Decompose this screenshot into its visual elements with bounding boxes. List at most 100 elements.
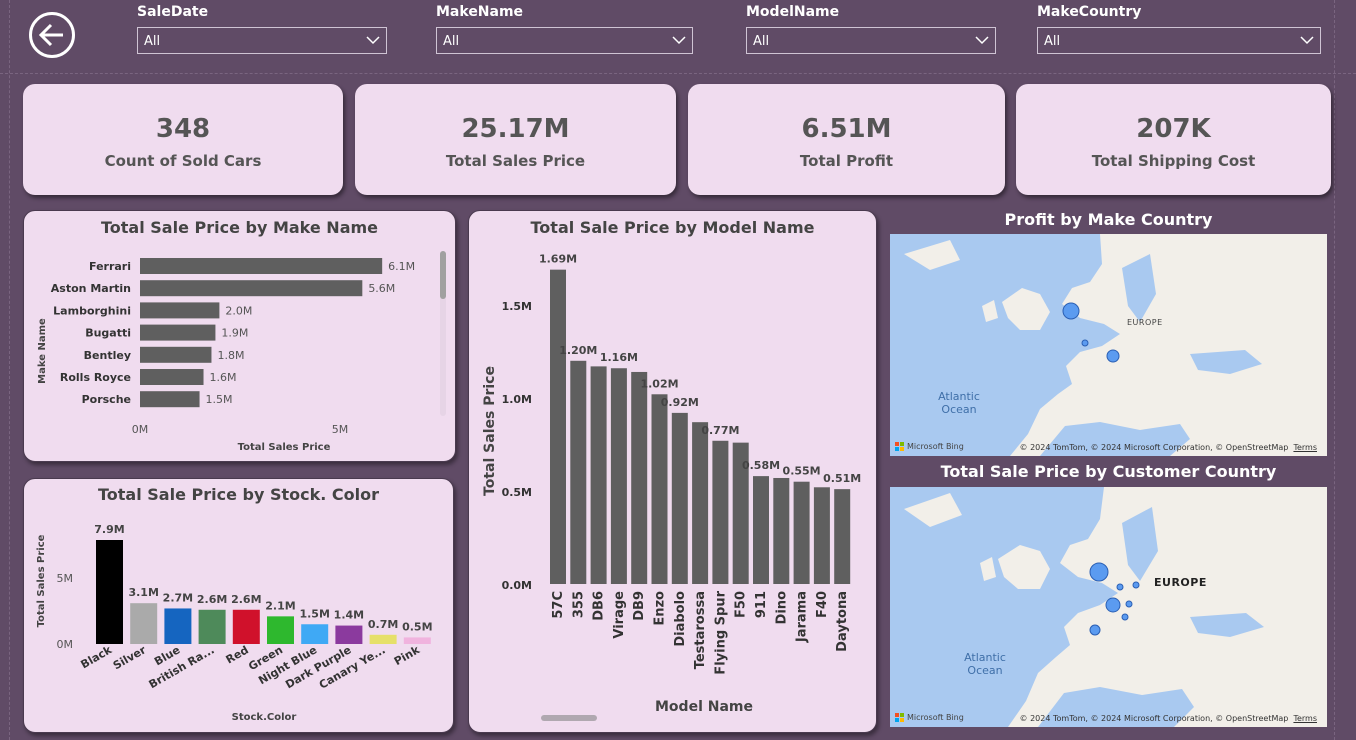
data-label: 2.6M <box>197 593 227 606</box>
bing-attribution: Microsoft Bing <box>895 442 964 451</box>
make-name-chart-panel[interactable]: Total Sale Price by Make Name Make Name … <box>23 210 456 462</box>
kpi-card-total-sales[interactable]: 25.17M Total Sales Price <box>355 84 676 195</box>
map-basemap <box>904 487 1327 727</box>
make-country-dropdown[interactable]: All <box>1037 27 1321 54</box>
scrollbar-thumb[interactable] <box>440 251 446 299</box>
bar <box>267 616 294 644</box>
map-bubble[interactable] <box>1121 613 1129 621</box>
terms-link[interactable]: Terms <box>1293 714 1317 723</box>
stock-color-chart: Total Sales Price Stock.Color 0M 5M 7.9M… <box>36 523 433 723</box>
data-label: 1.20M <box>559 344 597 357</box>
bar <box>164 608 192 644</box>
chevron-down-icon <box>975 36 989 45</box>
x-tick-label: Diabolo <box>673 591 688 647</box>
x-tick-label: Daytona <box>835 591 850 652</box>
profit-by-country-map[interactable]: Atlantic Ocean EUROPE Microsoft Bing © 20… <box>890 234 1327 456</box>
map-bubble[interactable] <box>1106 349 1120 363</box>
bar <box>403 637 431 644</box>
data-label: 2.1M <box>265 599 295 612</box>
kpi-label: Total Shipping Cost <box>1091 152 1256 170</box>
data-label: 1.6M <box>210 371 237 384</box>
y-tick-label: Bentley <box>84 349 131 362</box>
map-bubble[interactable] <box>1132 581 1140 589</box>
slicer-title: ModelName <box>746 4 840 20</box>
x-tick-label: 911 <box>754 591 769 618</box>
bar <box>130 603 158 644</box>
x-tick-label: Flying Spur <box>713 590 728 674</box>
map-bubble[interactable] <box>1125 600 1133 608</box>
kpi-value: 25.17M <box>461 114 570 144</box>
map-bubble[interactable] <box>1089 562 1109 582</box>
model-name-chart-panel[interactable]: Total Sale Price by Model Name Total Sal… <box>468 210 877 733</box>
x-tick-label: Pink <box>392 643 422 668</box>
y-tick-label: 5M <box>57 572 74 585</box>
map-bubble[interactable] <box>1116 583 1124 591</box>
customer-country-map[interactable]: Atlantic Ocean EUROPE Microsoft Bing © 20… <box>890 487 1327 727</box>
bar <box>610 368 627 584</box>
data-label: 0.5M <box>402 620 432 633</box>
data-label: 1.4M <box>334 609 364 622</box>
chevron-down-icon <box>672 36 686 45</box>
slicer-title: MakeCountry <box>1037 4 1142 20</box>
make-name-dropdown[interactable]: All <box>436 27 693 54</box>
y-tick-label: 1.5M <box>502 300 532 313</box>
terms-link[interactable]: Terms <box>1293 443 1317 452</box>
x-tick-label: Jarama <box>795 591 810 643</box>
bar <box>140 369 204 385</box>
bar <box>140 391 200 408</box>
microsoft-logo-icon <box>895 713 904 722</box>
data-label: 0.7M <box>368 618 398 631</box>
data-label: 0.55M <box>783 465 821 478</box>
data-label: 3.1M <box>128 586 158 599</box>
slicer-value: All <box>753 34 770 49</box>
slicer-value: All <box>1044 34 1061 49</box>
data-label: 7.9M <box>94 523 124 536</box>
model-name-chart: Total Sales Price Model Name 0.0M 0.5M 1… <box>482 253 861 721</box>
data-label: 2.6M <box>231 593 261 606</box>
data-label: 0.51M <box>823 472 861 485</box>
y-tick-label: Porsche <box>82 393 131 406</box>
ocean-label: Atlantic Ocean <box>964 651 1006 677</box>
data-label: 1.9M <box>221 327 248 340</box>
bar <box>570 360 587 584</box>
map-bubble[interactable] <box>1081 339 1089 347</box>
map-bubble[interactable] <box>1089 624 1101 636</box>
map-bubble[interactable] <box>1105 597 1121 613</box>
x-tick-label: Black <box>79 643 115 671</box>
back-button[interactable] <box>29 12 75 58</box>
bar <box>301 624 329 644</box>
credit-text: © 2024 TomTom, © 2024 Microsoft Corporat… <box>1019 443 1289 452</box>
arrow-left-icon <box>38 23 63 47</box>
x-tick-label: 57C <box>551 591 566 619</box>
map-bubble[interactable] <box>1062 302 1080 320</box>
y-tick-label: 0.0M <box>502 579 532 592</box>
slicer-title: SaleDate <box>137 4 209 20</box>
ocean-label: Atlantic Ocean <box>938 390 980 416</box>
x-tick-label: 355 <box>571 591 586 618</box>
x-tick-label: F40 <box>815 591 830 618</box>
bar <box>140 280 363 297</box>
model-name-dropdown[interactable]: All <box>746 27 996 54</box>
kpi-card-total-profit[interactable]: 6.51M Total Profit <box>688 84 1005 195</box>
slicer-value: All <box>144 34 161 49</box>
kpi-label: Total Sales Price <box>445 152 586 170</box>
data-label: 2.7M <box>163 591 193 604</box>
x-tick-label: DB6 <box>592 591 607 621</box>
bar <box>590 366 607 584</box>
map-title: Profit by Make Country <box>1004 210 1213 229</box>
stock-color-chart-panel[interactable]: Total Sale Price by Stock. Color Total S… <box>23 478 454 733</box>
sale-date-dropdown[interactable]: All <box>137 27 387 54</box>
scrollbar-thumb[interactable] <box>541 715 597 721</box>
bar <box>753 476 769 584</box>
kpi-card-shipping-cost[interactable]: 207K Total Shipping Cost <box>1016 84 1331 195</box>
x-tick-label: Virage <box>612 591 627 639</box>
chevron-down-icon <box>366 36 380 45</box>
data-label: 1.02M <box>640 377 678 390</box>
chevron-down-icon <box>1300 36 1314 45</box>
bar <box>651 394 668 584</box>
kpi-card-count-sold[interactable]: 348 Count of Sold Cars <box>23 84 343 195</box>
slicer-title: MakeName <box>436 4 524 20</box>
map-credit: © 2024 TomTom, © 2024 Microsoft Corporat… <box>1020 714 1317 723</box>
data-label: 0.77M <box>701 424 739 437</box>
y-axis-title: Total Sales Price <box>482 366 498 496</box>
